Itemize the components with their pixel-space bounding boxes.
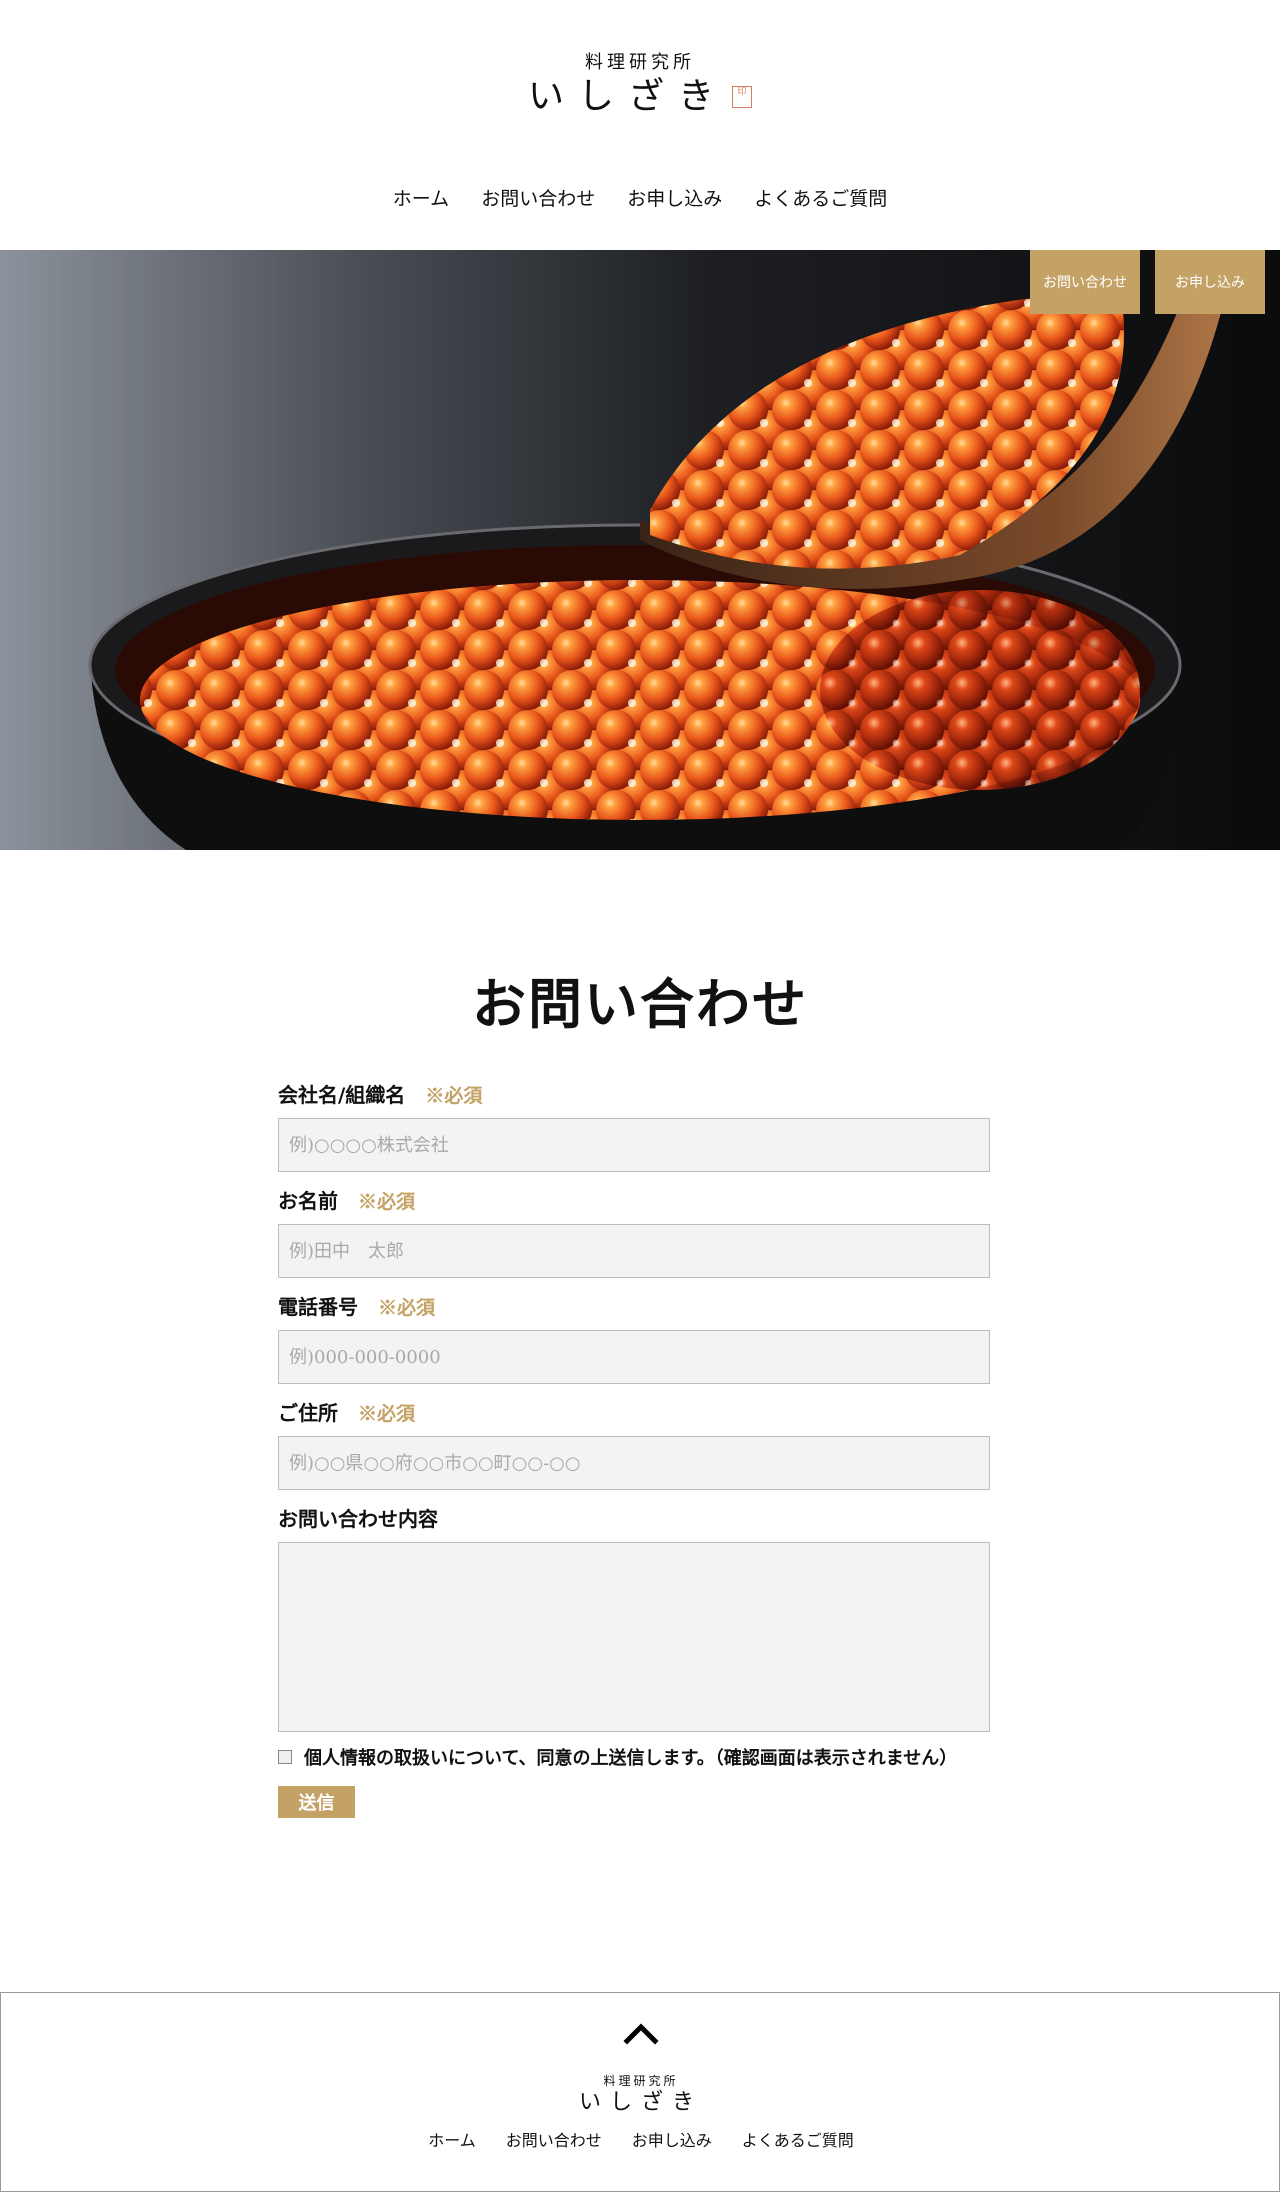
floating-apply-button[interactable]: お申し込み: [1155, 250, 1265, 314]
message-textarea[interactable]: [278, 1542, 990, 1732]
company-input[interactable]: [278, 1118, 990, 1172]
footer-logo-subtitle: 料理研究所: [603, 2074, 679, 2088]
name-label-text: お名前: [278, 1189, 338, 1213]
main-nav: ホーム お問い合わせ お申し込み よくあるご質問: [0, 184, 1280, 211]
consent-checkbox[interactable]: [278, 1750, 292, 1764]
phone-input[interactable]: [278, 1330, 990, 1384]
logo-title-text: いしざき: [527, 76, 728, 117]
footer-nav-apply-link[interactable]: お申し込み: [632, 2127, 712, 2151]
required-badge: ※必須: [378, 1297, 436, 1319]
nav-home-link[interactable]: ホーム: [393, 184, 449, 211]
company-label: 会社名/組織名 ※必須: [278, 1080, 990, 1110]
site-logo[interactable]: 料理研究所 いしざき 印: [0, 52, 1280, 120]
footer-nav-contact-link[interactable]: お問い合わせ: [506, 2127, 602, 2151]
phone-label: 電話番号 ※必須: [278, 1292, 990, 1322]
name-input[interactable]: [278, 1224, 990, 1278]
footer-nav-faq-link[interactable]: よくあるご質問: [742, 2127, 854, 2151]
footer-nav: ホーム お問い合わせ お申し込み よくあるご質問: [1, 2127, 1280, 2151]
hero-image: [0, 250, 1280, 850]
name-label: お名前 ※必須: [278, 1186, 990, 1216]
floating-contact-button[interactable]: お問い合わせ: [1030, 250, 1140, 314]
required-badge: ※必須: [358, 1191, 416, 1213]
required-badge: ※必須: [425, 1085, 483, 1107]
message-label-text: お問い合わせ内容: [278, 1507, 438, 1531]
logo-subtitle: 料理研究所: [585, 52, 695, 73]
nav-contact-link[interactable]: お問い合わせ: [481, 184, 595, 211]
required-badge: ※必須: [358, 1403, 416, 1425]
site-footer: 料理研究所 いしざき ホーム お問い合わせ お申し込み よくあるご質問: [0, 1992, 1280, 2192]
address-label-text: ご住所: [278, 1401, 338, 1425]
consent-row[interactable]: 個人情報の取扱いについて、同意の上送信します。（確認画面は表示されません）: [278, 1744, 990, 1770]
phone-label-text: 電話番号: [278, 1295, 358, 1319]
site-header: 料理研究所 いしざき 印 ホーム お問い合わせ お申し込み よくあるご質問: [0, 0, 1280, 250]
page-title: お問い合わせ: [472, 972, 808, 1036]
consent-text: 個人情報の取扱いについて、同意の上送信します。（確認画面は表示されません）: [304, 1748, 958, 1769]
back-to-top-chevron-up-icon[interactable]: [623, 2017, 659, 2047]
logo-title: いしざき 印: [528, 74, 752, 120]
address-label: ご住所 ※必須: [278, 1398, 990, 1428]
footer-logo-title: いしざき: [578, 2090, 703, 2115]
submit-button[interactable]: 送信: [278, 1786, 355, 1818]
footer-logo[interactable]: 料理研究所 いしざき: [1, 2073, 1280, 2117]
address-input[interactable]: [278, 1436, 990, 1490]
contact-form: 会社名/組織名 ※必須 お名前 ※必須 電話番号 ※必須 ご住所 ※必須 お問い合わせ内…: [278, 1080, 990, 1818]
seal-stamp-icon: 印: [732, 86, 752, 108]
footer-nav-home-link[interactable]: ホーム: [428, 2127, 476, 2151]
ikura-bowl-illustration: [88, 250, 1235, 850]
message-label: お問い合わせ内容: [278, 1504, 990, 1534]
company-label-text: 会社名/組織名: [278, 1083, 406, 1107]
nav-apply-link[interactable]: お申し込み: [627, 184, 722, 211]
nav-faq-link[interactable]: よくあるご質問: [754, 184, 887, 211]
